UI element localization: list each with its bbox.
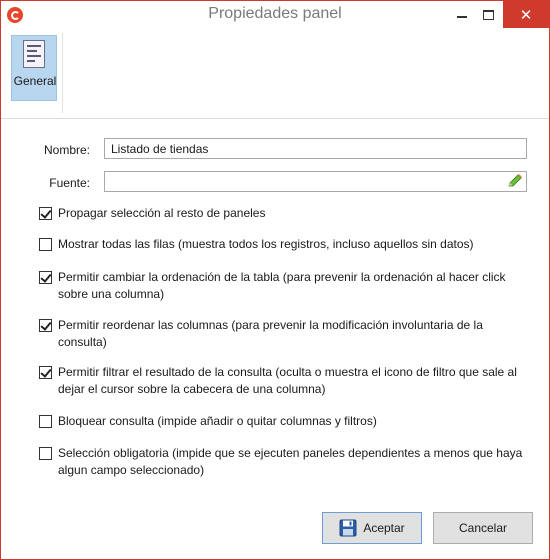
close-icon: ✕: [519, 6, 533, 24]
option-label: Permitir reordenar las columnas (para pr…: [58, 318, 483, 349]
option-label: Selección obligatoria (impide que se eje…: [58, 446, 523, 477]
fuente-label: Fuente:: [49, 176, 90, 190]
properties-list-icon: [23, 40, 45, 68]
aceptar-label: Aceptar: [363, 521, 405, 535]
option-mostrar-filas[interactable]: Mostrar todas las filas (muestra todos l…: [39, 237, 529, 253]
option-bloquear-consulta[interactable]: Bloquear consulta (impide añadir o quita…: [39, 414, 529, 430]
cancelar-label: Cancelar: [458, 521, 508, 535]
cancelar-button[interactable]: Cancelar: [433, 512, 533, 544]
option-label: Propagar selección al resto de paneles: [58, 206, 266, 220]
option-label: Bloquear consulta (impide añadir o quita…: [58, 414, 377, 428]
pencil-edit-icon[interactable]: [507, 174, 523, 188]
tab-general[interactable]: General: [11, 35, 57, 101]
close-button[interactable]: ✕: [503, 1, 549, 28]
maximize-button[interactable]: [473, 1, 503, 28]
option-label: Mostrar todas las filas (muestra todos l…: [58, 237, 474, 251]
nombre-input[interactable]: [104, 138, 527, 159]
option-checkbox[interactable]: [39, 415, 52, 428]
maximize-icon: [482, 9, 494, 20]
option-checkbox[interactable]: [39, 238, 52, 251]
nombre-label: Nombre:: [43, 143, 90, 157]
ribbon-divider: [62, 33, 63, 113]
fuente-input[interactable]: [104, 171, 527, 192]
option-checkbox[interactable]: [39, 319, 52, 332]
option-label: Permitir filtrar el resultado de la cons…: [58, 365, 517, 396]
option-checkbox[interactable]: [39, 207, 52, 220]
properties-dialog: Propiedades panel ✕ General Nombre: Fuen…: [0, 0, 550, 560]
option-checkbox[interactable]: [39, 271, 52, 284]
tab-general-label: General: [13, 74, 57, 88]
option-checkbox[interactable]: [39, 447, 52, 460]
option-checkbox[interactable]: [39, 366, 52, 379]
option-label: Permitir cambiar la ordenación de la tab…: [58, 270, 506, 301]
aceptar-button[interactable]: Aceptar: [322, 512, 422, 544]
title-bar: Propiedades panel ✕: [1, 1, 549, 29]
option-filtrar-resultado[interactable]: Permitir filtrar el resultado de la cons…: [39, 365, 529, 397]
option-propagar[interactable]: Propagar selección al resto de paneles: [39, 206, 529, 222]
option-seleccion-obligatoria[interactable]: Selección obligatoria (impide que se eje…: [39, 446, 529, 478]
minimize-icon: [457, 15, 467, 18]
option-cambiar-ordenacion[interactable]: Permitir cambiar la ordenación de la tab…: [39, 270, 529, 302]
ribbon-toolbar: General: [1, 29, 549, 119]
save-disk-icon: [339, 519, 357, 537]
option-reordenar-columnas[interactable]: Permitir reordenar las columnas (para pr…: [39, 318, 529, 350]
